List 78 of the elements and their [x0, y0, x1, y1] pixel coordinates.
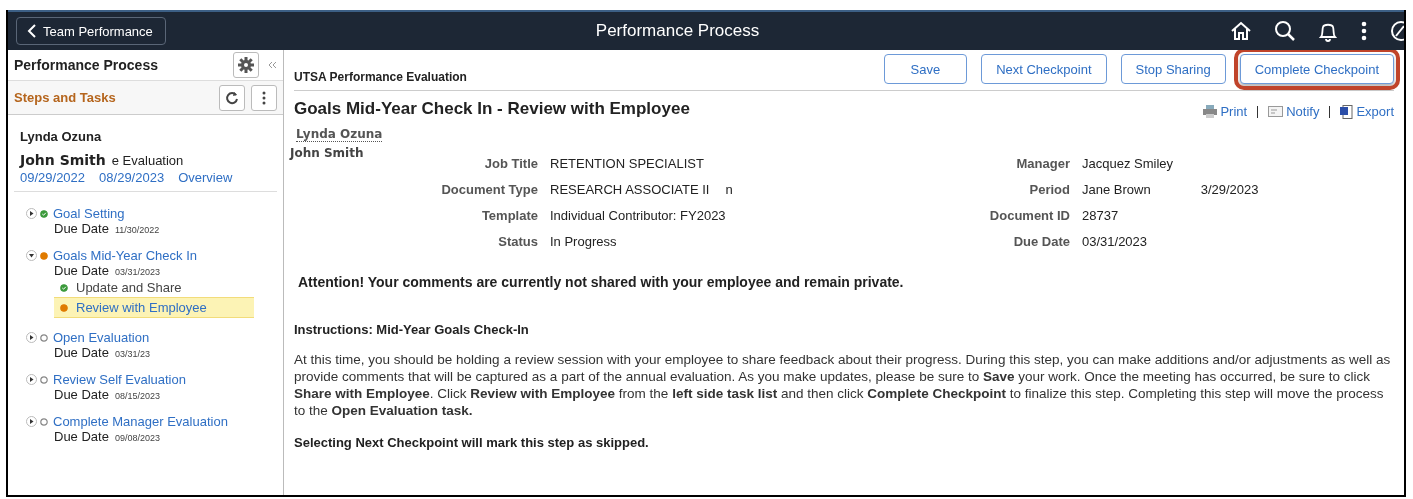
expand-toggle-icon[interactable]: [26, 208, 37, 219]
gear-icon: [238, 57, 254, 73]
step-link[interactable]: Review Self Evaluation: [53, 372, 186, 387]
attention-message: Attention! Your comments are currently not shared with your employee and remain private.: [298, 274, 905, 290]
period-date: 08/29/2023: [99, 170, 165, 185]
panel-title: Performance Process: [14, 57, 159, 73]
due-date: 03/31/23: [114, 349, 150, 359]
instructions-text: At this time, you should be holding a review session with your employee to share feedback about their progress. During this step, you can make additions and/or adjustments as well as provide comments that will be captured as a part of the annual evaluation. As you make updates, please be sure to Save your work. Once the meeting has occurred, be sure to click Share with Employee. Click Review with Employee from the left side task list and then click Complete Checkpoint to finalize this step. Completing this step will move the process to the Open Evaluation task.: [294, 351, 1392, 419]
step-link[interactable]: Goal Setting: [53, 206, 125, 221]
due-date-label: Due Date: [54, 345, 109, 360]
expand-toggle-icon[interactable]: [26, 416, 37, 427]
due-date: 03/31/2023: [114, 267, 160, 277]
section-title: Steps and Tasks: [14, 90, 117, 105]
employee-name: John Smith: [20, 152, 106, 168]
field-label: Due Date: [1012, 234, 1071, 249]
refresh-button[interactable]: [219, 84, 245, 111]
task-item[interactable]: Review with Employee: [54, 297, 254, 318]
document-icon: [1340, 104, 1354, 119]
due-date-label: Due Date: [54, 429, 109, 444]
field-value: Individual Contributor: FY2023: [550, 208, 726, 223]
field-value: RESEARCH ASSOCIATE II: [550, 182, 710, 197]
compass-icon[interactable]: [1390, 20, 1404, 42]
field-value: 03/31/2023: [1082, 234, 1148, 249]
due-date-label: Due Date: [54, 263, 109, 278]
action-button[interactable]: Stop Sharing: [1120, 54, 1226, 84]
field-value: Jacquez Smiley: [1082, 156, 1174, 171]
printer-icon: [1203, 105, 1218, 118]
step-link[interactable]: Complete Manager Evaluation: [53, 414, 228, 429]
page-heading: Goals Mid-Year Check In - Review with Employee: [294, 99, 690, 119]
due-date: 11/30/2022: [114, 225, 160, 235]
home-icon[interactable]: [1230, 20, 1252, 42]
task-item[interactable]: Update and Share: [54, 278, 254, 297]
employee-link[interactable]: Lynda Ozuna: [296, 127, 383, 142]
field-value: 3/29/2023: [1200, 182, 1259, 197]
field-label: Manager: [1015, 156, 1071, 171]
more-icon: [262, 90, 266, 105]
field-label: Status: [497, 234, 539, 249]
due-date-label: Due Date: [54, 221, 109, 236]
chevron-left-icon: [27, 24, 37, 38]
overview-link[interactable]: Overview: [178, 170, 233, 185]
field-label: Period: [1028, 182, 1071, 197]
refresh-icon: [225, 90, 239, 105]
action-button[interactable]: Next Checkpoint: [981, 54, 1107, 84]
expand-toggle-icon[interactable]: [26, 250, 37, 261]
field-value: RETENTION SPECIALIST: [550, 156, 704, 171]
field-value: Jane Brown: [1082, 182, 1151, 197]
step-link[interactable]: Goals Mid-Year Check In: [53, 248, 198, 263]
period-date: 09/29/2022: [20, 170, 86, 185]
expand-toggle-icon[interactable]: [26, 374, 37, 385]
more-icon[interactable]: [1360, 20, 1368, 42]
field-label: Job Title: [483, 156, 539, 171]
expand-toggle-icon[interactable]: [26, 332, 37, 343]
field-value: In Progress: [550, 234, 617, 249]
due-date: 08/15/2023: [114, 391, 160, 401]
employee-name: John Smith: [290, 146, 365, 160]
action-link[interactable]: Export: [1340, 104, 1394, 119]
skip-note: Selecting Next Checkpoint will mark this step as skipped.: [294, 435, 650, 450]
envelope-icon: [1268, 106, 1284, 117]
collapse-icon[interactable]: [267, 60, 277, 70]
action-button[interactable]: Save: [883, 54, 968, 84]
field-value: n: [725, 182, 733, 197]
field-label: Template: [480, 208, 539, 223]
page-title: Performance Process: [595, 21, 760, 41]
due-date: 09/08/2023: [114, 433, 160, 443]
action-link[interactable]: Print: [1203, 104, 1248, 119]
instructions-title: Instructions: Mid-Year Goals Check-In: [294, 322, 530, 337]
employee-name: Lynda Ozuna: [20, 129, 103, 144]
form-title: UTSA Performance Evaluation: [294, 70, 467, 84]
field-value: 28737: [1082, 208, 1119, 223]
field-label: Document ID: [988, 208, 1071, 223]
step-link[interactable]: Open Evaluation: [53, 330, 150, 345]
back-button[interactable]: Team Performance: [16, 17, 166, 45]
document-name: e Evaluation: [111, 153, 184, 168]
field-label: Document Type: [440, 182, 539, 197]
action-link[interactable]: Notify: [1268, 104, 1320, 119]
settings-button[interactable]: [233, 52, 259, 78]
due-date-label: Due Date: [54, 387, 109, 402]
search-icon[interactable]: [1274, 20, 1296, 42]
